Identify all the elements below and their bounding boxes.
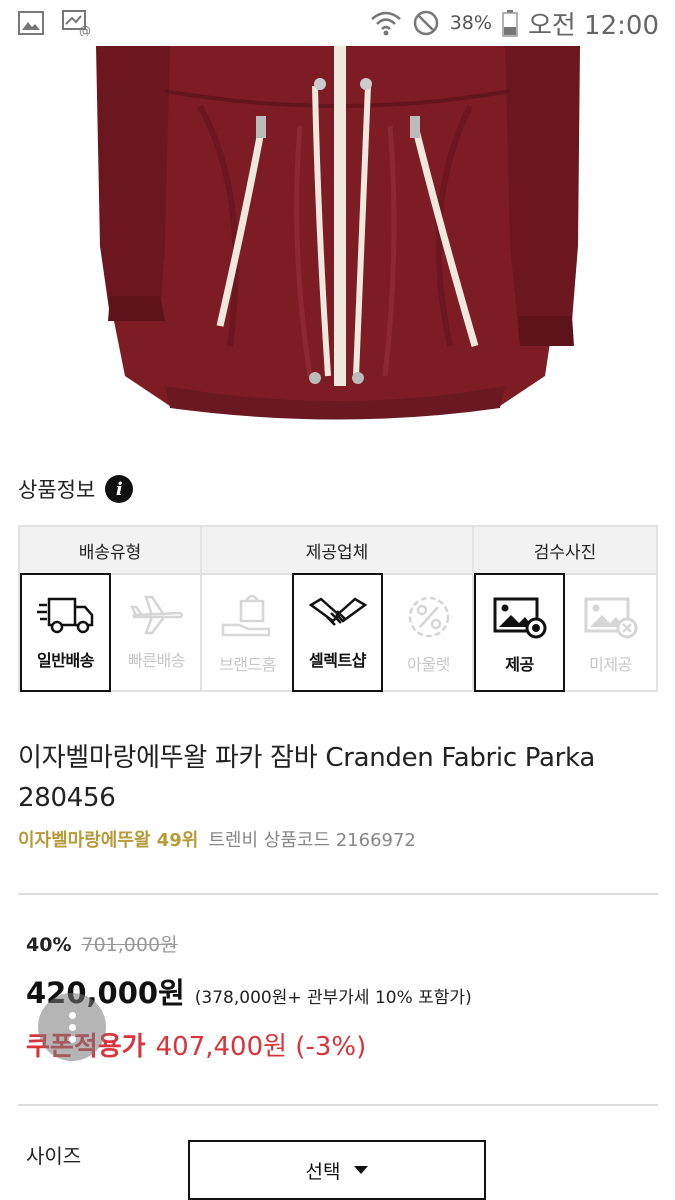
caret-down-icon bbox=[354, 1166, 369, 1174]
clock: 오전 12:00 bbox=[527, 10, 659, 41]
status-bar: @ 38% 오전 12:00 bbox=[0, 0, 675, 46]
cell-label: 일반배송 bbox=[37, 651, 94, 670]
discount-rate: 40% bbox=[26, 934, 72, 956]
info-icon[interactable]: i bbox=[105, 475, 134, 503]
product-info-title: 상품정보 bbox=[18, 478, 96, 502]
dot-icon bbox=[68, 1023, 76, 1031]
product-title: 이자벨마랑에뚜왈 파카 잠바 Cranden Fabric Parka 2804… bbox=[18, 743, 595, 813]
tax-note: (378,000원+ 관부가세 10% 포함가) bbox=[194, 988, 472, 1008]
coupon-price: 407,400원 (-3%) bbox=[155, 1032, 367, 1062]
product-code: 트렌비 상품코드 2166972 bbox=[208, 830, 416, 851]
percent-badge-icon bbox=[400, 595, 458, 643]
cell-label: 셀렉트샵 bbox=[309, 651, 366, 670]
photo-x-icon bbox=[582, 595, 640, 643]
handshake-icon bbox=[308, 595, 367, 639]
header-inspection-photo: 검수사진 bbox=[533, 542, 597, 563]
truck-icon bbox=[36, 595, 95, 639]
header-provider: 제공업체 bbox=[202, 527, 474, 573]
floating-menu-button[interactable] bbox=[38, 993, 106, 1061]
cell-brand-home: 브랜드홈 bbox=[202, 575, 293, 692]
dot-icon bbox=[68, 1011, 76, 1019]
cell-outlet: 아울렛 bbox=[383, 575, 474, 692]
svg-text:@: @ bbox=[79, 24, 91, 36]
battery-icon bbox=[502, 9, 518, 37]
cell-photo-provided: 제공 bbox=[474, 573, 565, 692]
divider bbox=[18, 893, 658, 895]
product-meta: 이자벨마랑에뚜왈 49위 트렌비 상품코드 2166972 bbox=[18, 826, 416, 852]
discount-line: 40% 701,000원 bbox=[26, 930, 178, 957]
size-select-value: 선택 bbox=[305, 1160, 341, 1183]
cell-normal-shipping: 일반배송 bbox=[20, 573, 111, 692]
do-not-disturb-icon bbox=[412, 9, 440, 37]
brand-rank-link[interactable]: 이자벨마랑에뚜왈 49위 bbox=[18, 826, 198, 852]
battery-percent: 38% bbox=[449, 12, 492, 34]
product-info-header: 상품정보 i bbox=[18, 474, 134, 504]
dot-icon bbox=[68, 1035, 76, 1043]
airplane-icon bbox=[128, 595, 186, 639]
size-label: 사이즈 bbox=[26, 1144, 82, 1168]
cell-label: 제공 bbox=[505, 655, 534, 674]
cell-fast-shipping: 빠른배송 bbox=[111, 575, 202, 692]
cell-photo-not-provided: 미제공 bbox=[565, 575, 656, 692]
photo-check-icon bbox=[491, 595, 549, 643]
divider bbox=[18, 1104, 658, 1106]
cell-label: 아울렛 bbox=[407, 655, 450, 674]
product-info-table: 배송유형 제공업체 검수사진 일반배송 빠른배송 브랜드홈 셀렉트샵 아울렛 제… bbox=[18, 525, 658, 692]
cell-label: 브랜드홈 bbox=[219, 655, 276, 674]
cell-label: 빠른배송 bbox=[128, 651, 185, 670]
cell-select-shop: 셀렉트샵 bbox=[292, 573, 383, 692]
size-select[interactable]: 선택 bbox=[188, 1140, 486, 1200]
original-price: 701,000원 bbox=[81, 934, 178, 956]
shopping-bag-hand-icon bbox=[219, 594, 277, 643]
cell-label: 미제공 bbox=[589, 655, 632, 674]
image-icon bbox=[18, 11, 44, 35]
wifi-icon bbox=[370, 9, 402, 37]
header-shipping-type: 배송유형 bbox=[20, 527, 202, 573]
product-image[interactable] bbox=[0, 46, 675, 446]
email-icon: @ bbox=[62, 10, 92, 36]
